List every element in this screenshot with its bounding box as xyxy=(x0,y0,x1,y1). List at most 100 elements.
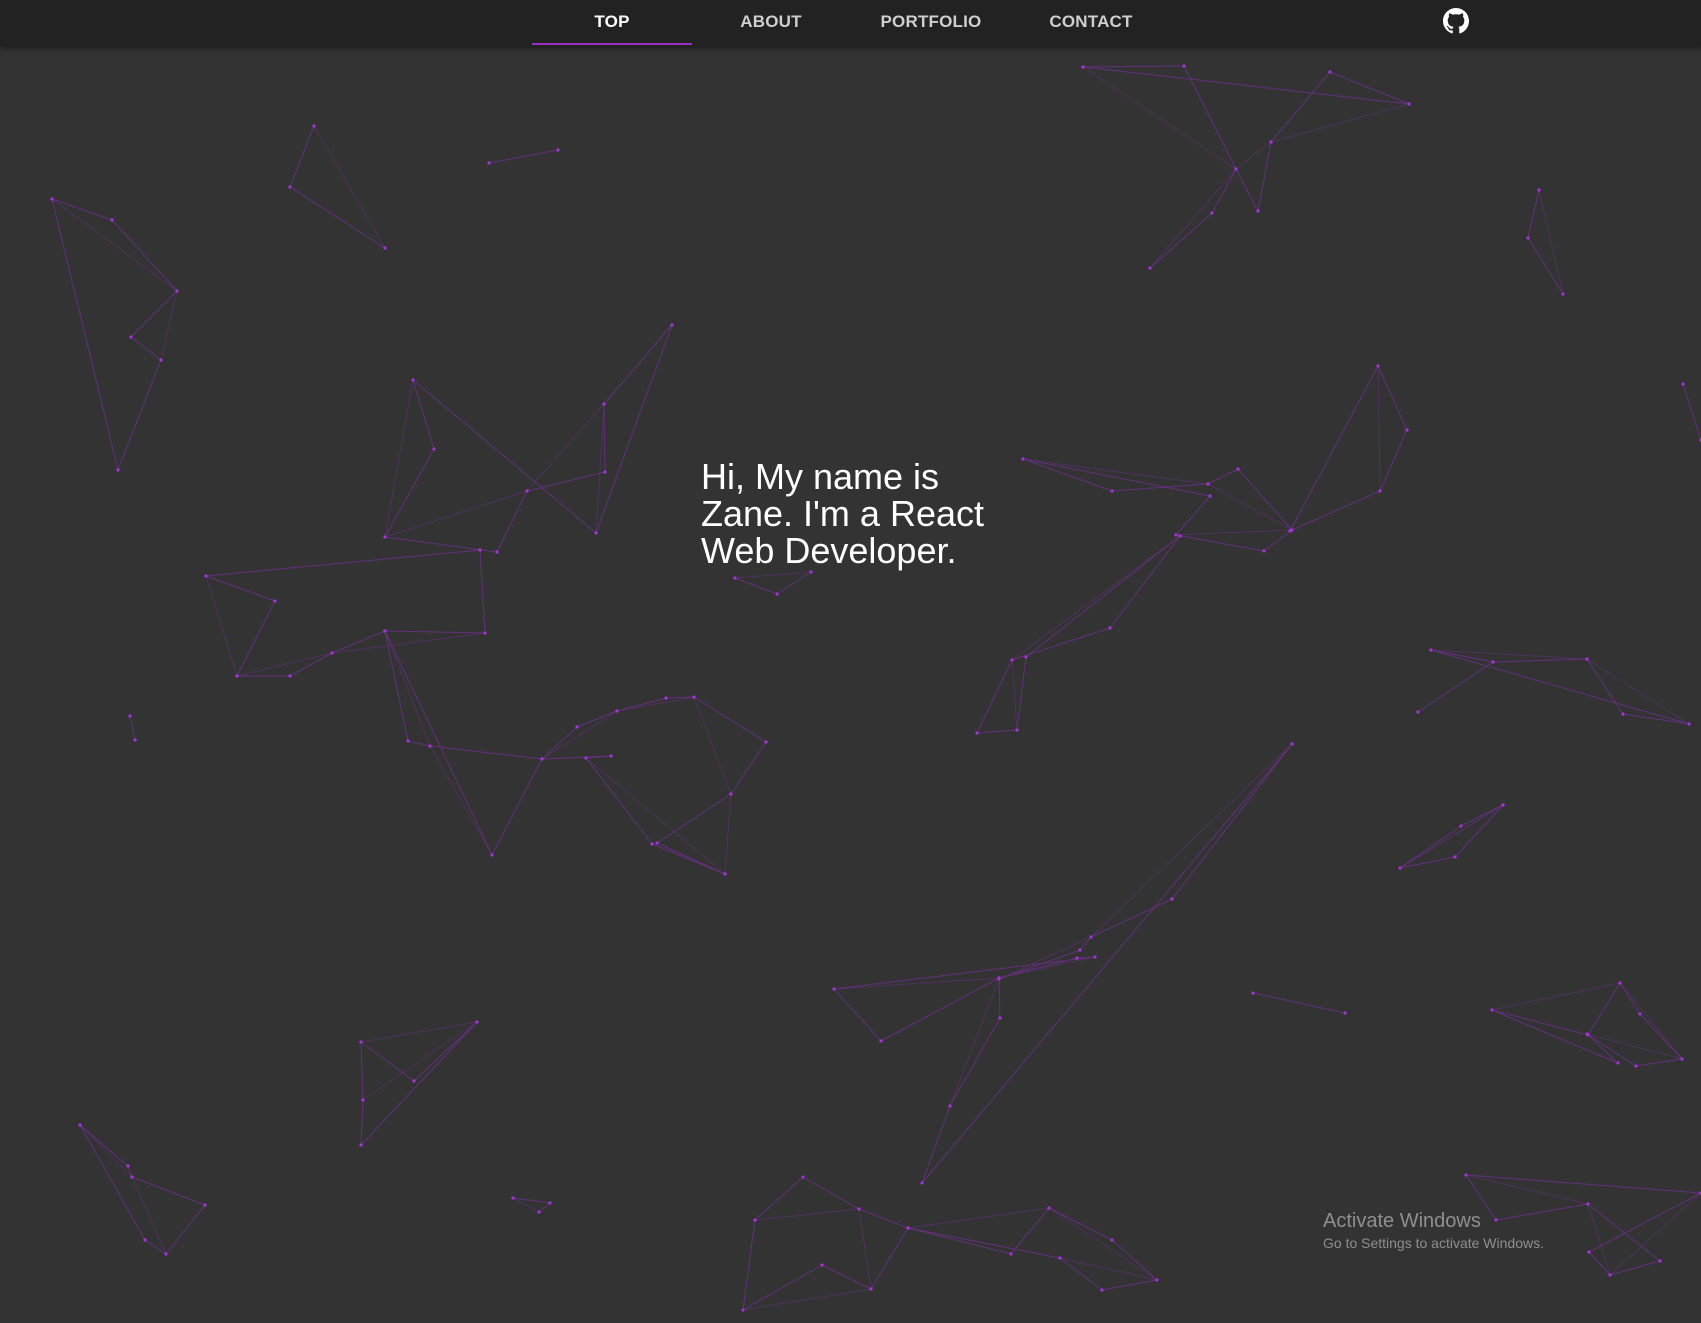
particle-dot xyxy=(1010,658,1014,662)
particle-link xyxy=(921,1105,951,1184)
particle-link xyxy=(976,729,1018,734)
particle-dot xyxy=(1490,1008,1494,1012)
particle-link xyxy=(1430,649,1690,725)
particle-link xyxy=(949,1017,1001,1107)
particle-dot xyxy=(490,853,494,857)
particle-dot xyxy=(1376,364,1380,368)
github-icon[interactable] xyxy=(1443,8,1469,34)
nav-tab-portfolio[interactable]: PORTFOLIO xyxy=(851,0,1011,46)
particle-link xyxy=(616,696,695,712)
particle-link xyxy=(479,549,486,634)
particle-dot xyxy=(1148,266,1152,270)
particle-link xyxy=(821,1264,872,1290)
particle-link xyxy=(1289,490,1381,532)
particle-dot xyxy=(204,574,208,578)
particle-dot xyxy=(1170,897,1174,901)
particle-dot xyxy=(1210,211,1214,215)
particle-link xyxy=(1011,659,1018,731)
particle-link xyxy=(130,336,162,361)
particle-link xyxy=(1619,982,1641,1015)
particle-link xyxy=(880,977,1000,1042)
particle-link xyxy=(51,198,113,221)
particle-link xyxy=(205,575,238,677)
particle-link xyxy=(360,1021,478,1043)
particle-dot xyxy=(857,1207,861,1211)
particle-link xyxy=(360,1041,364,1101)
particle-link xyxy=(1587,1203,1661,1262)
particle-dot xyxy=(548,1201,552,1205)
hero-line-3: Web Developer. xyxy=(701,530,957,571)
particle-dot xyxy=(478,548,482,552)
particle-link xyxy=(1090,898,1173,938)
particle-link xyxy=(526,471,606,492)
particle-link xyxy=(1025,535,1181,658)
particle-link xyxy=(1492,658,1588,663)
particle-dot xyxy=(1208,494,1212,498)
particle-link xyxy=(1527,237,1564,295)
particle-dot xyxy=(692,695,696,699)
particle-link xyxy=(1586,1033,1637,1067)
particle-dot xyxy=(475,1020,479,1024)
hero-line-1: Hi, My name is xyxy=(701,456,940,497)
particle-dot xyxy=(383,629,387,633)
particle-link xyxy=(833,988,882,1042)
nav-tab-top[interactable]: TOP xyxy=(532,0,692,46)
particle-dot xyxy=(428,744,432,748)
particle-link xyxy=(362,1021,478,1101)
particle-link xyxy=(858,1208,872,1290)
particle-link xyxy=(754,1176,804,1221)
particle-link xyxy=(1090,743,1293,938)
particle-link xyxy=(1252,992,1346,1014)
particle-dot xyxy=(175,289,179,293)
particle-dot xyxy=(1621,712,1625,716)
particle-link xyxy=(1235,141,1272,170)
particle-link xyxy=(429,745,543,760)
particle-dot xyxy=(1459,824,1463,828)
particle-dot xyxy=(1024,655,1028,659)
particle-dot xyxy=(1561,292,1565,296)
particle-link xyxy=(1175,534,1265,552)
particle-dot xyxy=(741,1308,745,1312)
top-navbar: TOP ABOUT PORTFOLIO CONTACT xyxy=(0,0,1701,46)
particle-dot xyxy=(1290,742,1294,746)
particle-link xyxy=(1682,383,1701,441)
particle-link xyxy=(1586,658,1624,715)
particle-link xyxy=(576,710,618,728)
particle-dot xyxy=(1416,710,1420,714)
nav-tab-about[interactable]: ABOUT xyxy=(692,0,850,46)
particle-dot xyxy=(128,714,132,718)
hero-intro-text: Hi, My name is Zane. I'm a React Web Dev… xyxy=(701,458,1021,569)
particle-dot xyxy=(733,576,737,580)
particle-link xyxy=(79,1124,133,1178)
particle-link xyxy=(117,359,162,471)
particle-link xyxy=(1082,65,1185,68)
particle-dot xyxy=(975,731,979,735)
particle-dot xyxy=(906,1226,910,1230)
particle-link xyxy=(360,1099,364,1146)
particle-dot xyxy=(998,1016,1002,1020)
particle-dot xyxy=(556,148,560,152)
particle-dot xyxy=(406,739,410,743)
particle-link xyxy=(693,696,767,743)
particle-link xyxy=(1587,1203,1611,1276)
particle-link xyxy=(1263,529,1293,552)
particle-link xyxy=(1175,529,1293,536)
particle-dot xyxy=(997,976,1001,980)
particle-link xyxy=(289,125,315,188)
particle-link xyxy=(1207,483,1293,531)
particle-dot xyxy=(1343,1011,1347,1015)
nav-tab-contact[interactable]: CONTACT xyxy=(1011,0,1171,46)
particle-dot xyxy=(1585,657,1589,661)
particle-link xyxy=(407,740,431,747)
particle-link xyxy=(129,715,136,741)
particle-link xyxy=(1379,429,1408,492)
particle-dot xyxy=(483,631,487,635)
particle-link xyxy=(1207,468,1239,485)
particle-dot xyxy=(594,531,598,535)
particle-link xyxy=(998,978,1001,1019)
particle-link xyxy=(1586,1033,1683,1060)
particle-link xyxy=(360,1041,415,1082)
particle-dot xyxy=(670,323,674,327)
particle-link xyxy=(130,290,178,338)
particle-dot xyxy=(879,1039,883,1043)
